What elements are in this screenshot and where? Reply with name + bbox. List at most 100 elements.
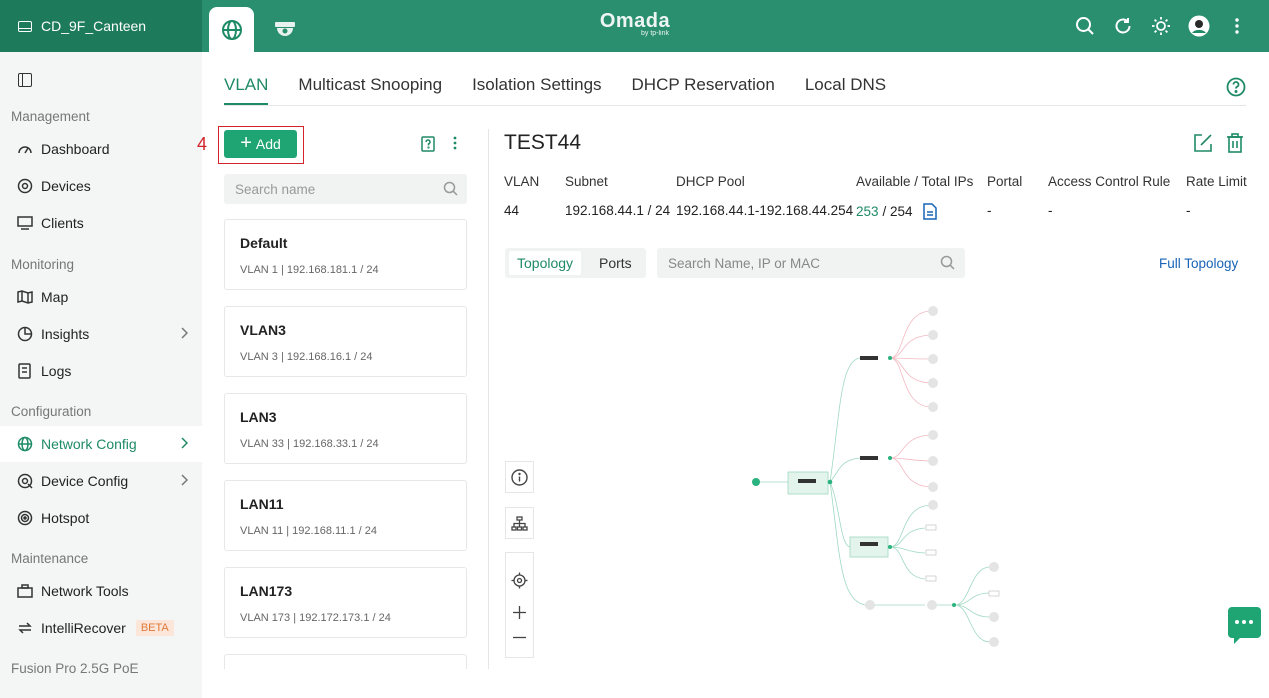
clients-icon [16,214,34,232]
sidebar-item-devices[interactable]: Devices [0,168,202,204]
hotspot-icon [16,509,34,527]
avatar[interactable] [1187,14,1211,38]
topology-search-input[interactable] [657,248,965,278]
value-subnet: 192.168.44.1 / 24 [565,203,671,218]
omada-logo: Omada by tp-link [599,10,671,37]
value-available-ips: 253 / 254 [856,203,937,220]
available-ips-link[interactable]: 253 [856,204,879,219]
more-options-icon[interactable] [453,136,457,150]
value-vlan: 44 [504,203,520,218]
section-management: Management [11,109,90,124]
step-annotation: 4 [197,134,208,154]
topology-diagram[interactable] [740,295,1030,660]
vlan-card-default[interactable]: Default VLAN 1 | 192.168.181.1 / 24 [224,219,467,290]
sidebar-item-hotspot[interactable]: Hotspot [0,500,202,536]
header-vlan: VLAN [504,174,540,189]
dashboard-icon [16,140,34,158]
vlan-title: TEST44 [504,131,582,154]
value-acl: - [1048,203,1053,218]
zoom-controls [505,552,534,658]
sidebar-item-clients[interactable]: Clients [0,205,202,241]
vlan-card-vlan3[interactable]: VLAN3 VLAN 3 | 192.168.16.1 / 24 [224,306,467,377]
value-dhcp-pool: 192.168.44.1-192.168.44.254 [676,203,854,218]
view-toggle: Topology Ports [505,248,646,278]
sidebar-item-insights[interactable]: Insights [0,316,202,352]
header-rate-limit: Rate Limit [1186,174,1247,189]
help-icon[interactable] [1226,77,1246,97]
refresh-icon[interactable] [1111,14,1135,38]
document-icon[interactable] [922,203,937,220]
ports-toggle[interactable]: Ports [591,251,640,275]
chat-support-button[interactable] [1228,607,1261,644]
vlan-subnet: VLAN 33 | 192.168.33.1 / 24 [240,438,379,450]
tab-local-dns[interactable]: Local DNS [805,75,886,105]
sidebar-item-logs[interactable]: Logs [0,353,202,389]
plus-icon: + [240,131,252,154]
more-icon[interactable] [1225,14,1249,38]
header-dhcp-pool: DHCP Pool [676,174,745,189]
value-portal: - [987,203,992,218]
topology-toggle[interactable]: Topology [509,251,582,275]
sidebar-item-network-tools[interactable]: Network Tools [0,573,202,609]
locate-icon[interactable] [511,572,528,589]
site-selector[interactable]: CD_9F_Canteen [0,0,202,52]
vlan-card-lan173[interactable]: LAN173 VLAN 173 | 192.172.173.1 / 24 [224,567,467,638]
search-icon[interactable] [940,255,955,270]
sidebar-item-map[interactable]: Map [0,279,202,315]
section-maintenance: Maintenance [11,551,89,566]
vlan-subnet: VLAN 173 | 192.172.173.1 / 24 [240,612,391,624]
chevron-right-icon [181,437,188,449]
zoom-in-icon[interactable] [512,605,527,620]
search-icon[interactable] [443,181,458,196]
site-name: CD_9F_Canteen [41,18,147,34]
tab-vlan[interactable]: VLAN [224,75,269,105]
section-configuration: Configuration [11,404,92,419]
hierarchy-icon [511,515,528,531]
panel-divider [488,129,489,669]
tab-dhcp-reservation[interactable]: DHCP Reservation [632,75,775,105]
full-topology-link[interactable]: Full Topology [1159,256,1238,271]
add-vlan-button[interactable]: + Add [224,130,297,158]
vlan-name: LAN11 [240,496,284,512]
search-icon[interactable] [1073,14,1097,38]
network-tab[interactable] [209,7,254,52]
value-rate-limit: - [1186,203,1191,218]
toolbox-icon [16,582,34,600]
delete-icon[interactable] [1226,133,1244,153]
vlan-name: LAN3 [240,409,277,425]
tab-isolation-settings[interactable]: Isolation Settings [472,75,601,105]
sidebar-item-network-config[interactable]: Network Config [0,426,202,462]
sidebar-item-intellirecover[interactable]: IntelliRecover BETA [0,610,202,646]
beta-badge: BETA [135,620,174,636]
tab-divider [224,105,1246,106]
surveillance-tab[interactable] [262,7,307,52]
header-portal: Portal [987,174,1023,189]
sidebar-toggle-icon[interactable] [18,73,32,87]
device-config-icon [16,472,34,490]
theme-icon[interactable] [1149,14,1173,38]
tab-multicast-snooping[interactable]: Multicast Snooping [298,75,442,105]
section-monitoring: Monitoring [11,257,75,272]
vlan-card-lan11[interactable]: LAN11 VLAN 11 | 192.168.11.1 / 24 [224,480,467,551]
section-device-group: Fusion Pro 2.5G PoE [11,661,139,676]
sidebar: Management Dashboard Devices Clients Mon… [0,52,202,698]
vlan-card-lan3[interactable]: LAN3 VLAN 33 | 192.168.33.1 / 24 [224,393,467,464]
vlan-subnet: VLAN 11 | 192.168.11.1 / 24 [240,525,377,537]
layout-button[interactable] [505,507,534,539]
insights-icon [16,325,34,343]
map-icon [16,288,34,306]
zoom-out-icon[interactable] [512,636,527,639]
import-icon[interactable] [421,136,435,152]
globe-icon [221,19,242,40]
camera-icon [274,21,295,36]
sidebar-item-device-config[interactable]: Device Config [0,463,202,499]
sidebar-item-dashboard[interactable]: Dashboard [0,131,202,167]
chevron-right-icon [181,327,188,339]
edit-icon[interactable] [1193,133,1213,153]
vlan-name: VLAN3 [240,322,286,338]
info-button[interactable] [505,461,534,493]
top-bar: CD_9F_Canteen Omada by tp-link [0,0,1269,52]
recover-icon [16,619,34,637]
vlan-subnet: VLAN 1 | 192.168.181.1 / 24 [240,264,379,276]
vlan-search-input[interactable] [224,174,467,204]
